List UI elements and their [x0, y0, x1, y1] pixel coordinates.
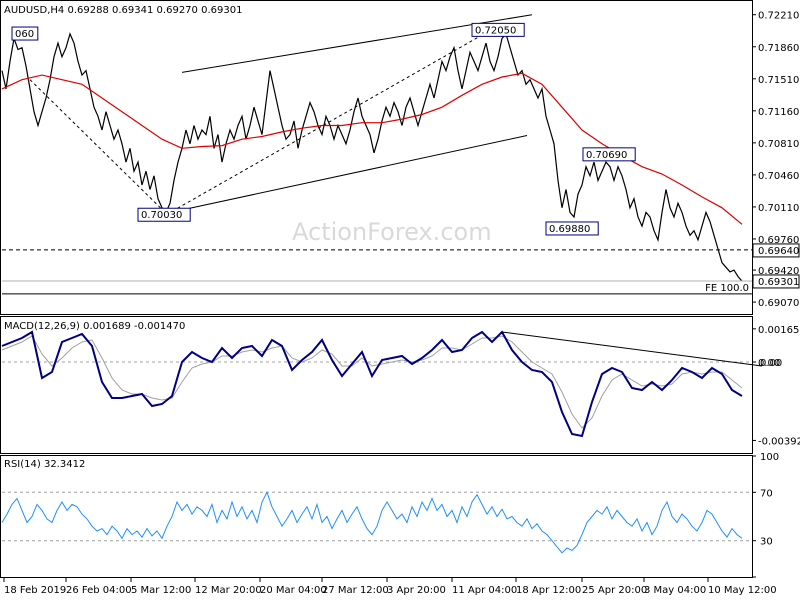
- price-panel-title: AUDUSD,H4 0.69288 0.69341 0.69270 0.6930…: [4, 5, 242, 16]
- macd-tick-label-0: 0.001659: [758, 325, 800, 336]
- time-tick-label-5: 27 Mar 12:00: [322, 585, 389, 596]
- price-tick-label-1: 0.71860: [758, 43, 799, 54]
- time-tick-label-10: 3 May 04:00: [644, 585, 706, 596]
- price-tick-label-2: 0.71510: [758, 75, 799, 86]
- macd-tick-label-2: -0.003922: [758, 436, 800, 447]
- price-annotation-label-3: 0.69880: [549, 224, 590, 235]
- time-tick-label-0: 18 Feb 2019: [4, 585, 66, 596]
- chart-canvas: ActionForex.com FE 100.0 0.72050 0.70030 0.…: [0, 0, 800, 600]
- time-tick-label-4: 20 Mar 04:00: [260, 585, 327, 596]
- price-tick-label-3: 0.71160: [758, 107, 799, 118]
- fe-label: FE 100.0: [705, 283, 749, 294]
- price-annotation-label-1: 0.70030: [141, 210, 182, 221]
- price-tick-label-5: 0.70460: [758, 171, 799, 182]
- time-tick-label-1: 26 Feb 04:00: [66, 585, 132, 596]
- macd-panel-title: MACD(12,26,9) 0.001689 -0.001470: [4, 321, 185, 332]
- time-tick-label-7: 11 Apr 04:00: [452, 585, 517, 596]
- watermark: ActionForex.com: [292, 218, 492, 246]
- rsi-tick-label-2: 30: [760, 537, 773, 548]
- price-tick-label-0: 0.72210: [758, 11, 799, 22]
- price-tick-label-4: 0.70810: [758, 139, 799, 150]
- time-tick-label-2: 5 Mar 12:00: [131, 585, 191, 596]
- time-tick-label-11: 10 May 12:00: [708, 585, 777, 596]
- rsi-tick-label-1: 70: [760, 488, 773, 499]
- price-tick-label-6: 0.70110: [758, 203, 799, 214]
- chart-background: [0, 0, 800, 600]
- rsi-tick-label-0: 100: [760, 452, 779, 463]
- price-tick-label-9: 0.69070: [758, 298, 799, 309]
- last-price-tag-label: 0.69301: [758, 277, 799, 288]
- time-tick-label-3: 12 Mar 20:00: [195, 585, 262, 596]
- time-tick-label-9: 25 Apr 20:00: [582, 585, 647, 596]
- time-tick-label-8: 18 Apr 12:00: [516, 585, 581, 596]
- price-annotation-label-2: 0.70690: [586, 150, 627, 161]
- level-price-tag-label: 0.69640: [758, 246, 799, 257]
- price-annotation-label-0: 0.72050: [475, 25, 516, 36]
- price-annotation-label-4: 060: [15, 29, 34, 40]
- time-tick-label-6: 3 Apr 20:00: [387, 585, 446, 596]
- macd-zero-extra-label: 0.00: [760, 358, 782, 369]
- rsi-panel-title: RSI(14) 32.3412: [4, 459, 85, 470]
